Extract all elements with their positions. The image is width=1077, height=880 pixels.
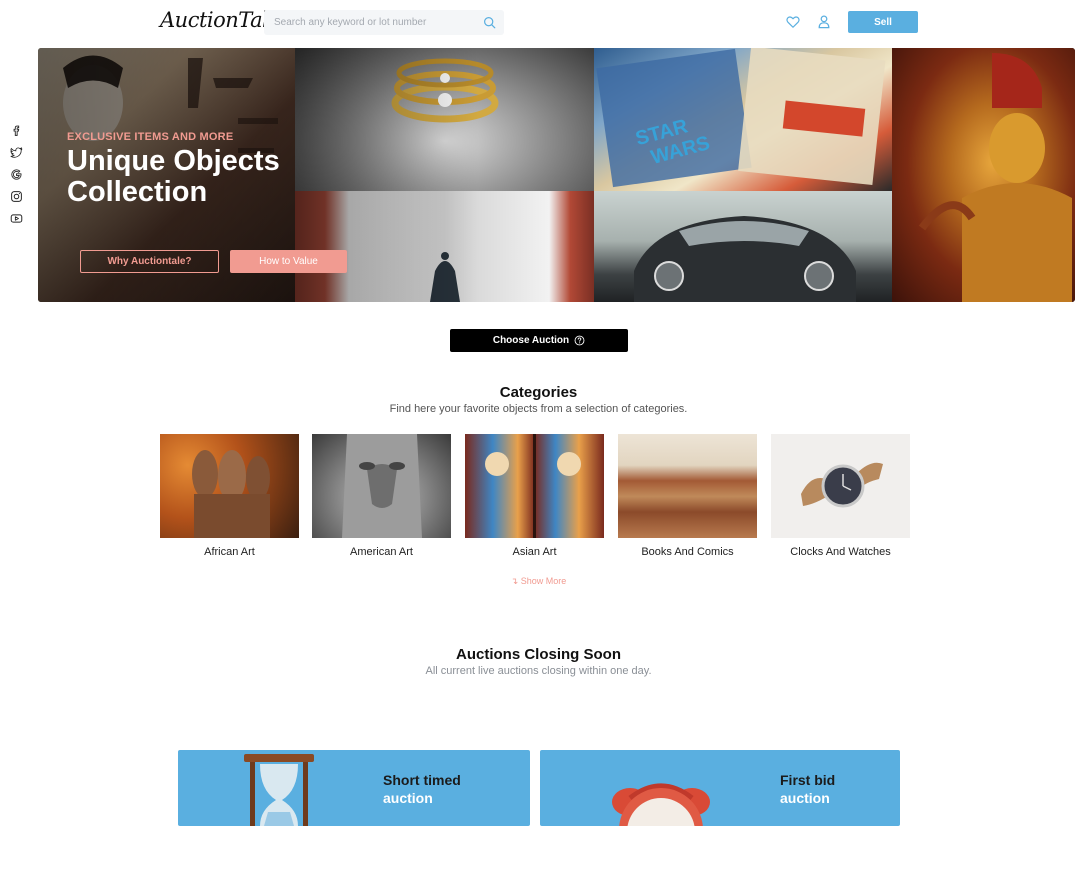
choose-auction-label: Choose Auction: [492, 335, 570, 346]
closing-soon-subtitle: All current live auctions closing within…: [425, 665, 652, 677]
category-asian-art[interactable]: Asian Art: [465, 434, 604, 558]
how-to-value-button[interactable]: How to Value: [230, 250, 347, 273]
first-bid-auction-card[interactable]: First bid auction: [540, 750, 900, 826]
card-title: First bid auction: [780, 771, 835, 807]
logo[interactable]: AuctionTale: [160, 8, 281, 32]
search-bar: [264, 10, 504, 35]
category-books-and-comics[interactable]: Books And Comics: [618, 434, 757, 558]
categories-subtitle: Find here your favorite objects from a s…: [389, 403, 688, 415]
heart-icon[interactable]: [786, 15, 800, 29]
hero-image-car: [594, 191, 892, 302]
hero-banner: STAR WARS EXCLUSIVE ITEMS AND MORE Uniqu…: [38, 48, 1075, 302]
category-label: Clocks And Watches: [790, 546, 891, 558]
card-title-line1: First bid: [780, 772, 836, 788]
hero-title: Unique Objects Collection: [67, 145, 280, 208]
hero-image-buddha: [892, 48, 1075, 302]
category-image: [771, 434, 910, 538]
category-label: Books And Comics: [641, 546, 734, 558]
card-title-line2: auction: [383, 790, 433, 806]
search-input[interactable]: [264, 10, 476, 35]
site-header: AuctionTale Sell: [0, 0, 1077, 46]
show-more-link[interactable]: ↴ Show More: [0, 576, 1077, 587]
help-circle-icon: [574, 335, 585, 346]
category-image: [618, 434, 757, 538]
category-american-art[interactable]: American Art: [312, 434, 451, 558]
twitter-icon[interactable]: [10, 146, 23, 159]
category-image: [160, 434, 299, 538]
category-image: [312, 434, 451, 538]
short-timed-auction-card[interactable]: Short timed auction: [178, 750, 530, 826]
category-african-art[interactable]: African Art: [160, 434, 299, 558]
youtube-icon[interactable]: [10, 212, 23, 225]
hero-eyebrow: EXCLUSIVE ITEMS AND MORE: [67, 131, 234, 143]
category-label: African Art: [204, 546, 255, 558]
card-title-line1: Short timed: [383, 772, 461, 788]
hourglass-icon: [244, 754, 314, 826]
category-label: American Art: [350, 546, 413, 558]
categories-title: Categories: [499, 384, 578, 401]
user-icon[interactable]: [817, 14, 831, 29]
closing-soon-title: Auctions Closing Soon: [456, 646, 621, 663]
facebook-icon[interactable]: [10, 124, 23, 137]
choose-auction-button[interactable]: Choose Auction: [450, 329, 628, 352]
sell-button[interactable]: Sell: [848, 11, 918, 33]
google-icon[interactable]: [10, 168, 23, 181]
category-label: Asian Art: [512, 546, 557, 558]
alarm-clock-icon: [612, 783, 710, 826]
hero-image-posters: STAR WARS: [594, 48, 892, 191]
instagram-icon[interactable]: [10, 190, 23, 203]
social-links: [10, 124, 24, 234]
why-auctiontale-button[interactable]: Why Auctiontale?: [80, 250, 219, 273]
arrow-down-icon: ↴: [510, 576, 519, 586]
category-clocks-and-watches[interactable]: Clocks And Watches: [771, 434, 910, 558]
search-icon[interactable]: [483, 16, 496, 29]
category-image: [465, 434, 604, 538]
show-more-label: Show More: [520, 576, 567, 586]
card-title: Short timed auction: [383, 771, 461, 807]
card-title-line2: auction: [780, 790, 830, 806]
